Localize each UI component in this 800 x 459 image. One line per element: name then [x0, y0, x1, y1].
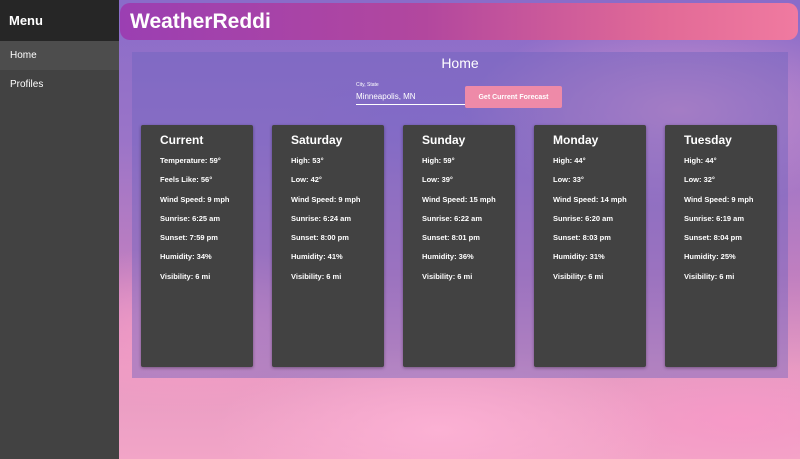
card-detail-list: Temperature: 59° Feels Like: 56° Wind Spee… [160, 156, 230, 292]
sidebar-item-profiles[interactable]: Profiles [0, 70, 119, 99]
card-detail-row: Sunrise: 6:24 am [291, 213, 352, 223]
card-detail-row: Low: 42° [291, 175, 322, 185]
sidebar-item-home[interactable]: Home [0, 41, 119, 70]
card-detail-row: Humidity: 36% [422, 252, 474, 262]
card-detail-row: Low: 32° [684, 175, 715, 185]
card-detail-row: Feels Like: 56° [160, 175, 213, 185]
forecast-card-sunday: Sunday High: 59° Low: 39° Wind Speed: 15 mp… [403, 125, 515, 367]
card-detail-row: Humidity: 31% [553, 252, 605, 262]
card-detail-row: Visibility: 6 mi [291, 271, 342, 281]
card-detail-row: Sunset: 8:00 pm [291, 233, 349, 243]
card-detail-row: Sunset: 8:03 pm [553, 233, 611, 243]
forecast-card-tuesday: Tuesday High: 44° Low: 32° Wind Speed: 9 mp… [665, 125, 777, 367]
card-detail-row: Low: 39° [422, 175, 453, 185]
card-detail-list: High: 53° Low: 42° Wind Speed: 9 mph Sunris… [291, 156, 361, 292]
sidebar-title: Menu [0, 0, 119, 41]
card-detail-row: High: 44° [684, 156, 717, 165]
card-title: Saturday [291, 133, 343, 147]
card-title: Current [160, 133, 204, 147]
card-detail-row: Wind Speed: 14 mph [553, 194, 627, 204]
card-detail-row: Wind Speed: 9 mph [684, 194, 754, 204]
forecast-card-current: Current Temperature: 59° Feels Like: 56° Wi… [141, 125, 253, 367]
card-detail-row: Sunrise: 6:20 am [553, 213, 614, 223]
card-title: Sunday [422, 133, 466, 147]
main-content: WeatherReddi Home City, State Get Curren… [119, 0, 800, 459]
card-detail-list: High: 44° Low: 32° Wind Speed: 9 mph Sunris… [684, 156, 754, 292]
card-detail-row: Sunset: 8:04 pm [684, 233, 742, 243]
card-detail-row: Visibility: 6 mi [160, 271, 211, 281]
card-detail-row: Sunrise: 6:22 am [422, 213, 483, 223]
card-detail-list: High: 44° Low: 33° Wind Speed: 14 mph Sunri… [553, 156, 627, 292]
card-title: Tuesday [684, 133, 732, 147]
card-detail-row: Visibility: 6 mi [553, 271, 604, 281]
card-detail-row: Sunrise: 6:19 am [684, 213, 745, 223]
forecast-panel: Home City, State Get Current Forecast Cu… [132, 52, 788, 378]
card-detail-row: High: 59° [422, 156, 455, 165]
card-detail-row: Visibility: 6 mi [422, 271, 473, 281]
card-detail-row: Low: 33° [553, 175, 584, 185]
card-detail-row: Wind Speed: 9 mph [291, 194, 361, 204]
forecast-card-saturday: Saturday High: 53° Low: 42° Wind Speed: 9 m… [272, 125, 384, 367]
card-detail-row: High: 44° [553, 156, 586, 165]
card-detail-row: Sunset: 7:59 pm [160, 233, 218, 243]
card-detail-row: Wind Speed: 9 mph [160, 194, 230, 204]
card-detail-row: Sunrise: 6:25 am [160, 213, 221, 223]
card-detail-row: Humidity: 41% [291, 252, 343, 262]
card-detail-list: High: 59° Low: 39° Wind Speed: 15 mph Sunri… [422, 156, 496, 292]
card-title: Monday [553, 133, 599, 147]
card-detail-row: Wind Speed: 15 mph [422, 194, 496, 204]
sidebar: Menu Home Profiles [0, 0, 119, 459]
card-detail-row: Sunset: 8:01 pm [422, 233, 480, 243]
card-detail-row: Visibility: 6 mi [684, 271, 735, 281]
app-title: WeatherReddi [120, 3, 798, 40]
card-detail-row: Humidity: 25% [684, 252, 736, 262]
card-detail-row: Humidity: 34% [160, 252, 212, 262]
card-detail-row: High: 53° [291, 156, 324, 165]
card-detail-row: Temperature: 59° [160, 156, 221, 165]
forecast-cards: Current Temperature: 59° Feels Like: 56° Wi… [132, 52, 788, 378]
forecast-card-monday: Monday High: 44° Low: 33° Wind Speed: 14 mp… [534, 125, 646, 367]
